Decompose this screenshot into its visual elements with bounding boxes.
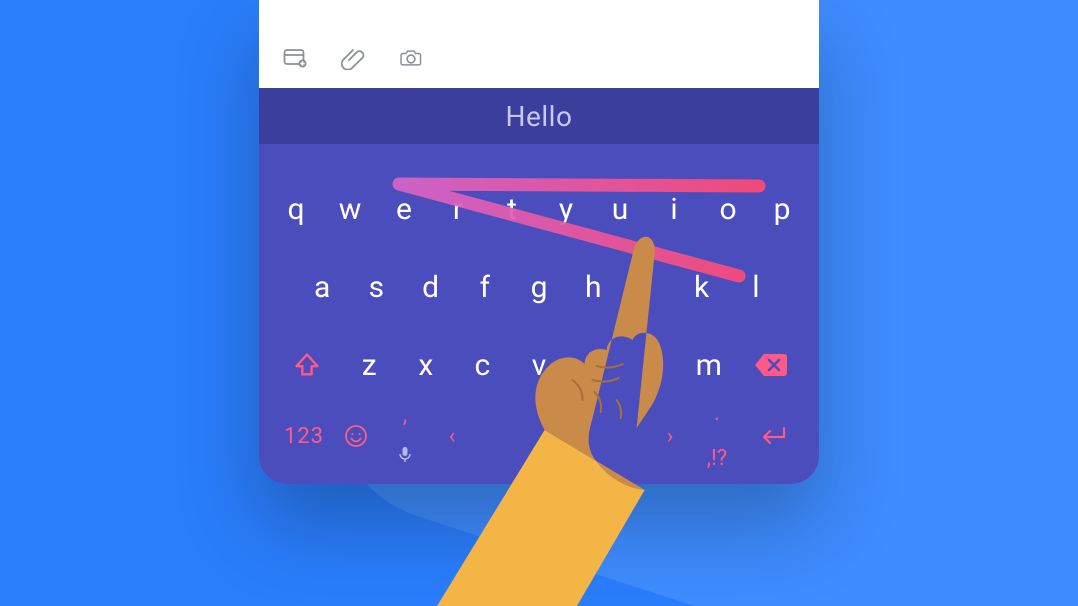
key-b[interactable]: b: [567, 348, 624, 383]
key-w[interactable]: w: [323, 192, 377, 227]
key-q[interactable]: q: [269, 192, 323, 227]
camera-icon[interactable]: [399, 46, 423, 70]
period-label: .: [714, 401, 720, 426]
attachment-icon[interactable]: [341, 46, 365, 70]
backspace-key[interactable]: [737, 352, 805, 378]
key-row-1: q w e r t y u i o p: [269, 170, 809, 248]
key-y[interactable]: y: [539, 192, 593, 227]
key-u[interactable]: u: [593, 192, 647, 227]
insert-card-icon[interactable]: [283, 46, 307, 70]
phone-frame: Hello q w e r t y u i o p a s: [259, 0, 819, 484]
key-v[interactable]: v: [511, 348, 568, 383]
key-l[interactable]: l: [729, 270, 783, 305]
key-g[interactable]: g: [512, 270, 566, 305]
shift-key[interactable]: [273, 351, 341, 379]
enter-key[interactable]: [745, 424, 801, 448]
key-x[interactable]: x: [398, 348, 455, 383]
numbers-key[interactable]: 123: [277, 424, 331, 449]
app-toolbar: [259, 0, 819, 88]
comma-label: ,: [403, 403, 407, 428]
key-j[interactable]: j: [620, 270, 674, 305]
keyboard: q w e r t y u i o p a s d f g h j k l: [259, 144, 819, 484]
key-h[interactable]: h: [566, 270, 620, 305]
key-a[interactable]: a: [295, 270, 349, 305]
emoji-key[interactable]: [335, 424, 377, 448]
mic-icon: [399, 444, 411, 469]
key-k[interactable]: k: [675, 270, 729, 305]
key-f[interactable]: f: [458, 270, 512, 305]
key-i[interactable]: i: [647, 192, 701, 227]
nav-next-key[interactable]: ›: [651, 424, 689, 449]
key-z[interactable]: z: [341, 348, 398, 383]
key-m[interactable]: m: [680, 348, 737, 383]
key-r[interactable]: r: [431, 192, 485, 227]
key-n[interactable]: n: [624, 348, 681, 383]
key-t[interactable]: t: [485, 192, 539, 227]
suggestion-word[interactable]: Hello: [506, 100, 573, 133]
key-o[interactable]: o: [701, 192, 755, 227]
punct-hint-label: ,!?: [707, 446, 727, 471]
key-row-4: 123 , ‹: [269, 404, 809, 468]
key-e[interactable]: e: [377, 192, 431, 227]
key-d[interactable]: d: [403, 270, 457, 305]
key-row-3: z x c v b n m: [269, 326, 809, 404]
key-c[interactable]: c: [454, 348, 511, 383]
suggestion-bar[interactable]: Hello: [259, 88, 819, 144]
key-row-2: a s d f g h j k l: [269, 248, 809, 326]
key-p[interactable]: p: [755, 192, 809, 227]
key-s[interactable]: s: [349, 270, 403, 305]
nav-prev-key[interactable]: ‹: [433, 424, 471, 449]
